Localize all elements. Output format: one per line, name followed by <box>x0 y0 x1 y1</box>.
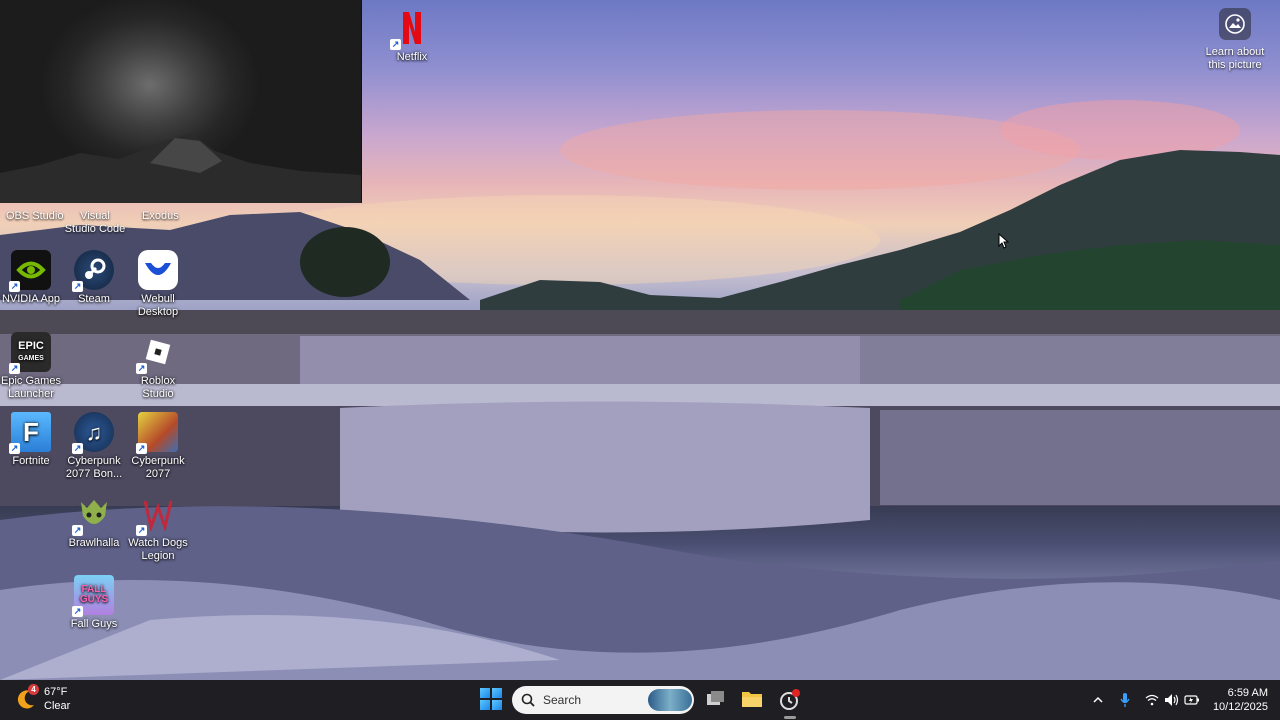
icon-label: Brawlhalla <box>68 537 120 549</box>
camera-icon <box>1219 8 1251 40</box>
icon-label: Epic Games Launcher <box>1 375 61 400</box>
icon-label: Roblox Studio <box>140 375 176 400</box>
brawlhalla-icon: ↗ <box>72 494 114 536</box>
weather-temp: 67°F <box>44 686 68 698</box>
mouse-cursor-icon <box>998 233 1010 249</box>
music-note-icon: ♫ ↗ <box>72 412 114 454</box>
desktop-icon-brawlhalla[interactable]: ↗ Brawlhalla <box>62 494 126 550</box>
search-placeholder: Search <box>543 693 582 707</box>
chevron-up-icon <box>1093 696 1103 703</box>
search-highlight-icon <box>648 689 692 711</box>
desktop-icon-roblox-studio[interactable]: ↗ Roblox Studio <box>126 332 190 401</box>
start-button[interactable] <box>480 688 502 710</box>
learn-about-label: Learn about this picture <box>1205 46 1265 71</box>
netflix-icon: ↗ <box>390 8 432 50</box>
icon-label: NVIDIA App <box>1 293 61 305</box>
clock-time: 6:59 AM <box>1227 687 1268 699</box>
system-clock[interactable]: 6:59 AM 10/12/2025 <box>1206 686 1268 714</box>
weather-widget[interactable]: 4 67°F Clear <box>14 684 71 713</box>
desktop-icon-cyberpunk-bonus[interactable]: ♫ ↗ Cyberpunk 2077 Bon... <box>62 412 126 481</box>
desktop-label-obs-studio[interactable]: OBS Studio <box>6 210 63 222</box>
icon-label: Fall Guys <box>70 618 118 630</box>
icon-label: Watch Dogs Legion <box>128 537 188 562</box>
desktop-icon-nvidia-app[interactable]: ↗ NVIDIA App <box>0 250 63 306</box>
wifi-icon[interactable] <box>1145 680 1159 720</box>
watch-dogs-icon: ↗ <box>136 494 178 536</box>
icon-label: Webull Desktop <box>137 293 179 318</box>
webull-icon <box>138 250 178 290</box>
desktop-label-exodus[interactable]: Exodus <box>142 210 179 222</box>
icon-label: Netflix <box>396 51 428 63</box>
weather-condition: Clear <box>44 700 71 712</box>
fall-guys-icon: FALL GUYS ↗ <box>72 575 114 617</box>
taskbar: 4 67°F Clear Search 6:59 AM 10/12/2025 <box>0 680 1280 720</box>
weather-badge: 4 <box>28 684 39 695</box>
battery-icon[interactable] <box>1184 680 1200 720</box>
nvidia-icon: ↗ <box>9 250 51 292</box>
search-icon <box>521 693 535 707</box>
file-explorer-icon[interactable] <box>740 688 764 712</box>
desktop-icon-steam[interactable]: ↗ Steam <box>62 250 126 306</box>
desktop-icon-netflix[interactable]: ↗ Netflix <box>380 8 444 64</box>
epic-games-icon: EPIC GAMES ↗ <box>9 332 51 374</box>
desktop-icon-webull[interactable]: Webull Desktop <box>126 250 190 319</box>
webcam-overlay <box>0 0 362 203</box>
desktop-icon-fall-guys[interactable]: FALL GUYS ↗ Fall Guys <box>62 575 126 631</box>
task-view-icon[interactable] <box>704 688 728 712</box>
steam-icon: ↗ <box>72 250 114 292</box>
recording-app-icon[interactable] <box>778 688 802 719</box>
fortnite-icon: F ↗ <box>9 412 51 454</box>
moon-weather-icon: 4 <box>14 684 39 711</box>
desktop-label-visual-studio-code[interactable]: Visual Studio Code <box>64 210 126 236</box>
taskbar-search[interactable]: Search <box>512 686 694 714</box>
icon-label: Cyberpunk 2077 Bon... <box>65 455 123 480</box>
icon-label: Fortnite <box>12 455 50 467</box>
cyberpunk-icon: ↗ <box>136 412 178 454</box>
icon-label: Cyberpunk 2077 <box>131 455 185 480</box>
clock-date: 10/12/2025 <box>1212 701 1268 713</box>
volume-icon[interactable] <box>1164 680 1180 720</box>
microphone-icon[interactable] <box>1119 680 1131 720</box>
desktop-icon-cyberpunk-2077[interactable]: ↗ Cyberpunk 2077 <box>126 412 190 481</box>
icon-label: Steam <box>78 293 110 305</box>
roblox-icon: ↗ <box>136 332 178 374</box>
desktop-icon-epic-games[interactable]: EPIC GAMES ↗ Epic Games Launcher <box>0 332 63 401</box>
desktop-icon-fortnite[interactable]: F ↗ Fortnite <box>0 412 63 468</box>
tray-overflow-button[interactable] <box>1092 680 1104 720</box>
desktop-icon-watch-dogs-legion[interactable]: ↗ Watch Dogs Legion <box>126 494 190 563</box>
learn-about-picture[interactable]: Learn about this picture <box>1200 8 1270 72</box>
